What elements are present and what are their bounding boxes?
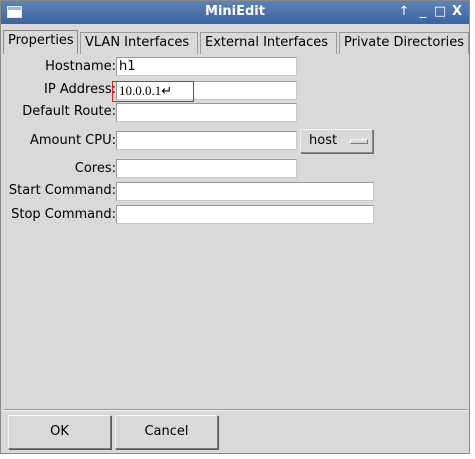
cpu-mode-menu[interactable]: host <box>300 129 373 153</box>
amount-cpu-label: Amount CPU: <box>29 133 116 148</box>
cpu-mode-value: host <box>309 133 338 148</box>
hostname-field[interactable]: h1 <box>116 57 297 76</box>
miniedit-dialog: MiniEdit ↑ _ □ X Properties VLAN Interfa… <box>0 0 470 454</box>
default-route-field[interactable] <box>116 103 297 122</box>
minimize-button[interactable]: _ <box>416 3 430 21</box>
cores-field[interactable] <box>116 159 297 178</box>
default-route-label: Default Route: <box>22 104 116 119</box>
title-bar[interactable]: MiniEdit ↑ _ □ X <box>1 1 469 24</box>
hostname-label: Hostname: <box>45 59 116 74</box>
ip-address-label: IP Address: <box>44 82 116 97</box>
stop-command-field[interactable] <box>116 205 374 224</box>
shade-button[interactable]: ↑ <box>397 3 411 21</box>
maximize-button[interactable]: □ <box>433 3 447 21</box>
tab-private-directories[interactable]: Private Directories <box>339 32 469 54</box>
start-command-field[interactable] <box>116 182 374 201</box>
cancel-button[interactable]: Cancel <box>115 415 218 449</box>
tab-bar: Properties VLAN Interfaces External Inte… <box>3 30 469 54</box>
tab-external-interfaces[interactable]: External Interfaces <box>200 32 337 54</box>
button-separator <box>4 409 468 411</box>
tab-vlan-interfaces[interactable]: VLAN Interfaces <box>80 32 198 54</box>
tab-properties[interactable]: Properties <box>3 30 78 54</box>
close-button[interactable]: X <box>450 3 464 21</box>
ok-button[interactable]: OK <box>8 415 111 449</box>
option-menu-indicator-icon <box>350 139 368 144</box>
ip-address-highlight <box>112 81 194 102</box>
amount-cpu-field[interactable] <box>116 131 297 150</box>
cores-label: Cores: <box>74 161 116 176</box>
stop-command-label: Stop Command: <box>11 207 116 222</box>
start-command-label: Start Command: <box>8 183 116 198</box>
